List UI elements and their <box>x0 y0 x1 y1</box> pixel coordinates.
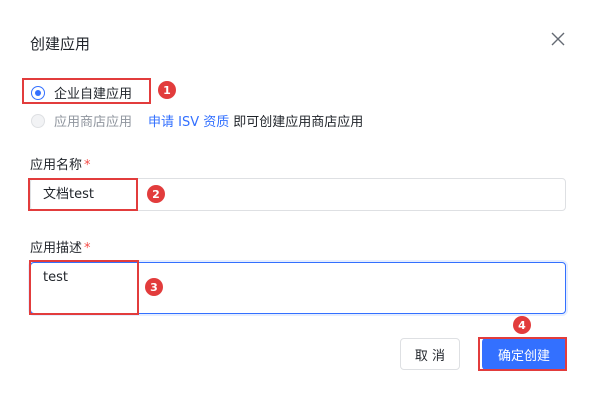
app-name-label: 应用名称 * <box>30 158 91 173</box>
required-mark: * <box>84 241 91 256</box>
radio-option-store-app: 应用商店应用 申请 ISV 资质 即可创建应用商店应用 <box>31 111 363 130</box>
annotation-box-1 <box>22 78 151 104</box>
required-mark: * <box>84 158 91 173</box>
annotation-badge-2: 2 <box>147 185 165 203</box>
annotation-badge-1: 1 <box>158 81 176 99</box>
annotation-box-3 <box>29 260 139 315</box>
apply-isv-link[interactable]: 申请 ISV 资质 <box>148 111 229 130</box>
annotation-box-4 <box>478 337 567 371</box>
annotation-badge-3: 3 <box>145 278 163 296</box>
dialog-title: 创建应用 <box>30 35 91 53</box>
cancel-button[interactable]: 取 消 <box>400 338 460 370</box>
radio-label-store-app: 应用商店应用 <box>54 115 133 130</box>
radio-disabled-icon <box>31 113 45 128</box>
create-app-dialog: 创建应用 企业自建应用 应用商店应用 申请 ISV 资质 即可创建应用商店应用 … <box>0 0 595 401</box>
annotation-box-2 <box>28 178 138 211</box>
apply-isv-hint: 即可创建应用商店应用 <box>233 115 364 130</box>
annotation-badge-4: 4 <box>513 316 531 334</box>
close-icon[interactable] <box>549 30 567 48</box>
app-desc-label: 应用描述 * <box>30 241 91 256</box>
